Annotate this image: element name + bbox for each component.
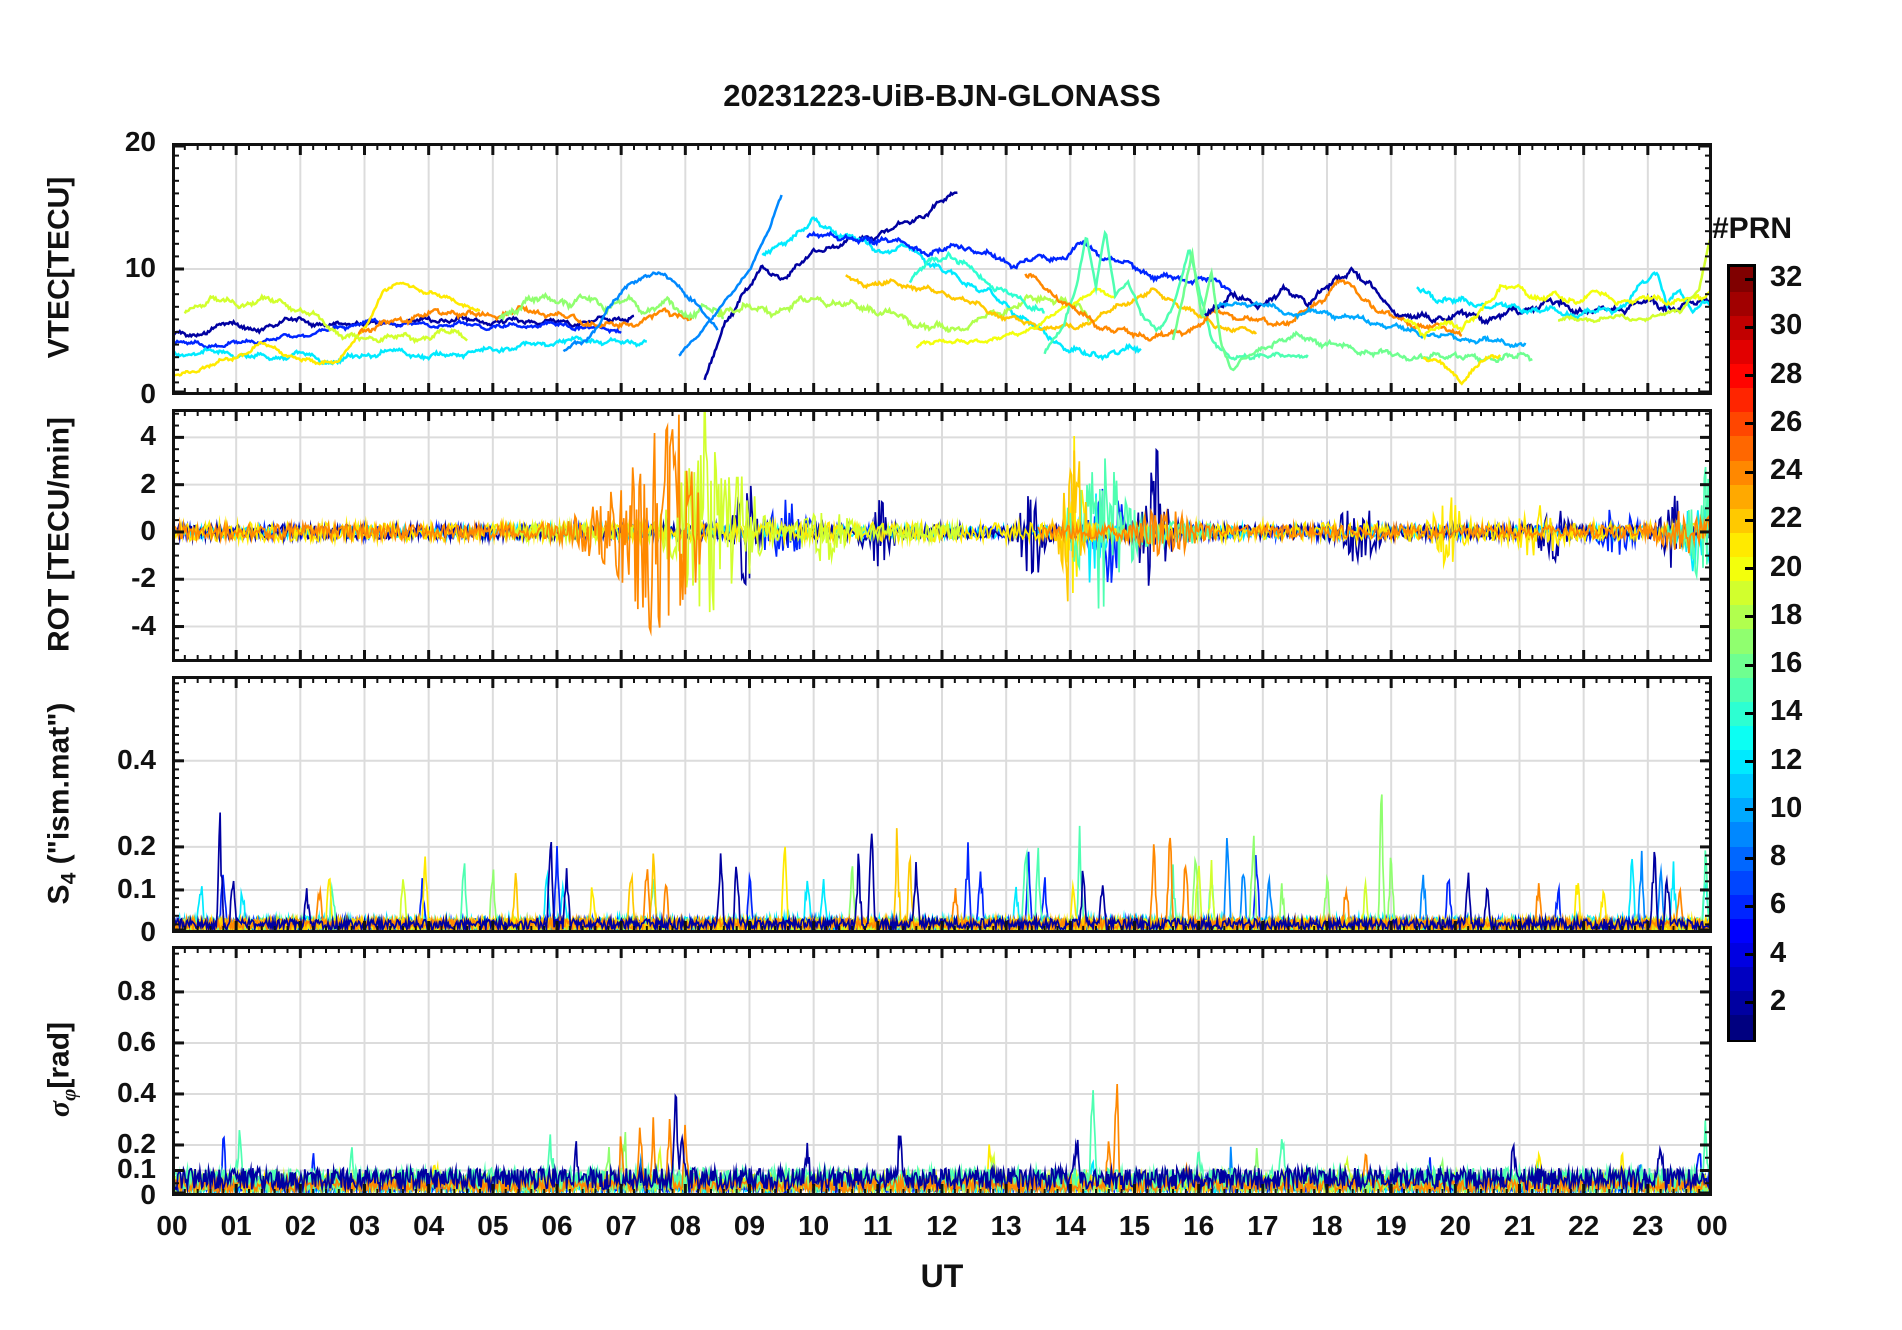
colorbar-tick-mark (1745, 567, 1753, 571)
colorbar-cell (1730, 918, 1753, 943)
y-tick-label: 0.8 (117, 974, 156, 1006)
colorbar-cell (1730, 773, 1753, 799)
y-tick-label: 0.4 (117, 1076, 156, 1108)
colorbar-tick-label: 6 (1770, 888, 1787, 921)
colorbar-tick-mark (1745, 422, 1753, 426)
colorbar-tick-label: 24 (1770, 454, 1803, 487)
colorbar-cell (1730, 580, 1753, 606)
colorbar-tick-mark (1745, 856, 1753, 860)
y-tick-label: 0 (140, 514, 156, 546)
colorbar-tick-label: 16 (1770, 647, 1803, 680)
colorbar-cell (1730, 870, 1753, 895)
colorbar-cell (1730, 1014, 1753, 1040)
colorbar-tick-label: 4 (1770, 936, 1787, 969)
colorbar-tick-label: 14 (1770, 695, 1803, 728)
colorbar-cell (1730, 387, 1753, 413)
colorbar-tick-label: 22 (1770, 502, 1803, 535)
y-tick-label: 4 (140, 420, 156, 452)
colorbar-title: #PRN (1712, 212, 1793, 245)
y-tick-label: 0.6 (117, 1025, 156, 1057)
colorbar-tick-label: 12 (1770, 743, 1803, 776)
y-tick-label: 10 (124, 252, 156, 283)
colorbar-cell (1730, 966, 1753, 992)
colorbar-tick-mark (1745, 1001, 1753, 1005)
sigma-phi-panel-canvas (172, 946, 1712, 1196)
y-tick-label: -4 (131, 609, 156, 641)
colorbar-tick-label: 28 (1770, 357, 1803, 390)
page-title: 20231223-UiB-BJN-GLONASS (723, 78, 1161, 113)
colorbar-cell (1730, 339, 1753, 364)
y-tick-label: 0 (140, 378, 156, 409)
colorbar-tick-mark (1745, 325, 1753, 329)
colorbar-cell (1730, 291, 1753, 316)
s4-panel-canvas (172, 676, 1712, 933)
colorbar-tick-mark (1745, 277, 1753, 281)
colorbar-tick-mark (1745, 808, 1753, 812)
colorbar-cell (1730, 532, 1753, 557)
y-tick-label: 0.1 (117, 872, 156, 904)
colorbar-tick-mark (1745, 953, 1753, 957)
y-tick-label: 0.2 (117, 829, 156, 861)
glonass-scintillation-figure: 20231223-UiB-BJN-GLONASS VTEC[TECU] ROT [… (0, 0, 1902, 1330)
colorbar-tick-label: 26 (1770, 405, 1803, 438)
colorbar-tick-mark (1745, 663, 1753, 667)
colorbar-tick-label: 2 (1770, 984, 1787, 1017)
x-axis-label: UT (920, 1258, 964, 1294)
colorbar-cell (1730, 628, 1753, 654)
colorbar-cell (1730, 484, 1753, 509)
colorbar-tick-mark (1745, 518, 1753, 522)
colorbar-tick-mark (1745, 615, 1753, 619)
colorbar-tick-mark (1745, 374, 1753, 378)
colorbar-cell (1730, 821, 1753, 847)
colorbar-tick-mark (1745, 904, 1753, 908)
y-tick-label: 2 (140, 467, 156, 499)
colorbar-tick-label: 18 (1770, 598, 1803, 631)
x-tick-label: 00 (1696, 1210, 1728, 1241)
colorbar-tick-label: 8 (1770, 840, 1787, 873)
colorbar-tick-label: 10 (1770, 791, 1803, 824)
colorbar-tick-mark (1745, 760, 1753, 764)
colorbar-gradient (1727, 264, 1756, 1042)
rot-panel-canvas (172, 409, 1712, 662)
colorbar-cell (1730, 435, 1753, 461)
colorbar-tick-label: 30 (1770, 309, 1803, 342)
y-tick-label: 0.2 (117, 1127, 156, 1159)
y-tick-label: -2 (131, 562, 156, 594)
colorbar-tick-mark (1745, 711, 1753, 715)
y-tick-label: 0.4 (117, 743, 156, 775)
colorbar-tick-mark (1745, 470, 1753, 474)
vtec-panel-canvas (172, 143, 1712, 395)
colorbar-cell (1730, 677, 1753, 702)
colorbar-cell (1730, 725, 1753, 750)
colorbar-tick-label: 20 (1770, 550, 1803, 583)
y-tick-label: 0 (140, 916, 156, 947)
colorbar-tick-label: 32 (1770, 261, 1803, 294)
y-tick-label: 20 (124, 126, 156, 157)
